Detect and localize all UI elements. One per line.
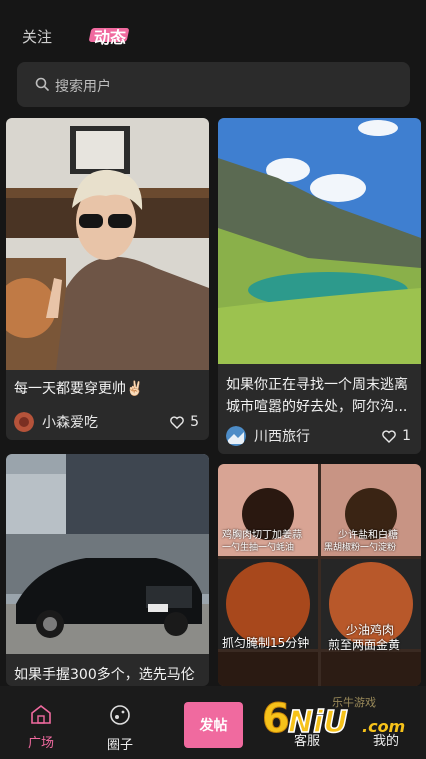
tab-follow[interactable]: 关注 bbox=[22, 26, 52, 47]
heart-icon bbox=[382, 429, 396, 443]
food-caption: 一勺生抽一勺蚝油 bbox=[222, 543, 295, 553]
author-name: 川西旅行 bbox=[254, 429, 310, 445]
post-author[interactable]: 小森爱吃 bbox=[14, 412, 98, 432]
like-button[interactable]: 1 bbox=[382, 428, 411, 444]
like-count: 1 bbox=[402, 428, 411, 444]
author-name: 小森爱吃 bbox=[42, 415, 98, 431]
post-card-3[interactable]: 如果手握300多个，选先马伦 bbox=[6, 454, 209, 686]
post-title: 每一天都要穿更帅✌🏻 bbox=[14, 381, 144, 397]
post-card-2[interactable]: 如果你正在寻找一个周末逃离城市喧嚣的好去处，阿尔沟... 川西旅行 1 bbox=[218, 118, 421, 454]
post-title: 如果手握300多个，选先马伦 bbox=[14, 667, 195, 683]
post-card-1[interactable]: 每一天都要穿更帅✌🏻 小森爱吃 5 bbox=[6, 118, 209, 440]
svg-text:NiU: NiU bbox=[288, 705, 348, 740]
food-caption: 煎至两面金黄 bbox=[328, 638, 401, 652]
post-image-car bbox=[6, 454, 209, 654]
like-count: 5 bbox=[190, 414, 199, 430]
heart-icon bbox=[170, 415, 184, 429]
post-image-portrait bbox=[6, 118, 209, 370]
food-caption: 少许盐和白糖 bbox=[338, 530, 398, 541]
search-input[interactable]: 搜索用户 bbox=[17, 62, 410, 107]
avatar bbox=[226, 426, 246, 446]
like-button[interactable]: 5 bbox=[170, 414, 199, 430]
food-caption: 鸡胸肉切丁加姜蒜 bbox=[222, 530, 302, 541]
post-image-landscape bbox=[218, 118, 421, 364]
post-button[interactable]: 发帖 bbox=[184, 702, 243, 748]
svg-text:6: 6 bbox=[262, 696, 290, 742]
top-tabs: 关注 动态 bbox=[0, 0, 426, 60]
search-icon bbox=[35, 77, 49, 91]
food-caption: 黑胡椒粉一勺淀粉 bbox=[324, 543, 397, 553]
tab-dynamic[interactable]: 动态 bbox=[94, 24, 126, 48]
avatar bbox=[14, 412, 34, 432]
watermark-logo: 6 NiU .com 乐牛游戏 bbox=[262, 695, 405, 743]
nav-label: 广场 bbox=[27, 736, 54, 751]
nav-square[interactable]: 广场 bbox=[11, 704, 71, 751]
post-title: 如果你正在寻找一个周末逃离城市喧嚣的好去处，阿尔沟... bbox=[226, 377, 408, 415]
nav-circle[interactable]: 圈子 bbox=[90, 704, 150, 753]
post-card-4[interactable]: 鸡胸肉切丁加姜蒜 一勺生抽一勺蚝油 黑胡椒粉一勺淀粉 少许盐和白糖 抓匀腌制15… bbox=[218, 464, 421, 686]
home-icon bbox=[31, 704, 51, 724]
planet-icon bbox=[110, 705, 130, 725]
nav-label: 圈子 bbox=[106, 738, 133, 753]
search-placeholder: 搜索用户 bbox=[55, 79, 111, 95]
svg-text:乐牛游戏: 乐牛游戏 bbox=[332, 695, 376, 709]
post-author[interactable]: 川西旅行 bbox=[226, 426, 310, 446]
food-caption: 抓匀腌制15分钟 bbox=[222, 636, 310, 650]
svg-text:.com: .com bbox=[362, 717, 405, 736]
